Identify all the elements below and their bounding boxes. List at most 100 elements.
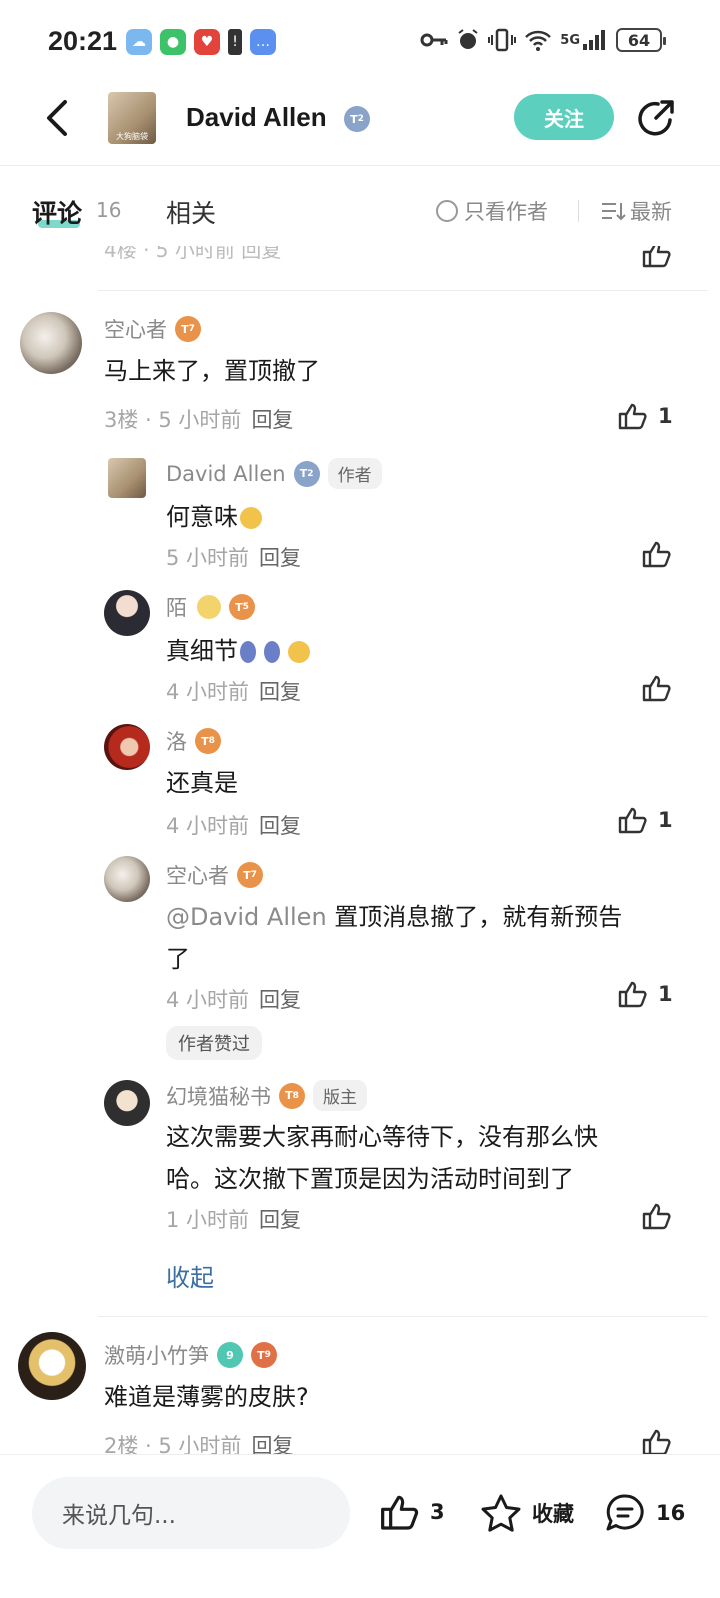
sort-icon [602,203,626,221]
reply-button[interactable]: 回复 [259,546,301,570]
key-icon [420,33,448,47]
like-button[interactable]: 1 [618,806,673,834]
status-bar: 20:21 ☁ ● ♥ ! … 5G 64 [0,0,720,80]
comment-username[interactable]: 陌 T5 [166,592,255,622]
comment-text: 难道是薄雾的皮肤? [104,1383,309,1411]
separator [98,290,708,291]
tab-comments[interactable]: 评论 [32,194,82,230]
back-button[interactable] [36,98,76,138]
radio-icon [436,200,458,222]
comments-count: 16 [96,198,122,222]
thumbs-up-icon [618,403,647,430]
tab-related[interactable]: 相关 [166,194,216,230]
level-number: 2 [357,114,364,124]
comment-text: 还真是 [166,769,238,797]
thumbs-up-icon [618,981,647,1008]
share-icon [638,100,674,136]
signal-icon [583,30,605,50]
avatar[interactable] [104,724,150,770]
network-type: 5G [560,32,580,48]
mention-link[interactable]: @David Allen [166,903,327,931]
reply-button[interactable]: 回复 [259,680,301,704]
avatar[interactable] [18,1332,86,1400]
comment-text-content: 真细节 [166,637,238,665]
favorite-label: 收藏 [532,1502,574,1526]
bottom-action-bar: 来说几句... 3 收藏 16 [0,1454,720,1598]
comment-username[interactable]: 激萌小竹笋 9 T9 [104,1340,277,1370]
comment-meta: 4 小时前 回复 [166,984,301,1014]
avatar[interactable] [104,1080,150,1126]
thumbs-up-icon [642,675,671,702]
like-button[interactable] [642,1428,672,1454]
comment-text-line: 置顶消息撤了，就有新预告 [326,903,623,931]
level-number: 9 [264,1350,271,1360]
comment-text-line: 这次需要大家再耐心等待下，没有那么快 [166,1123,598,1151]
collapse-replies-button[interactable]: 收起 [166,1258,214,1293]
username-text: 空心者 [104,318,167,342]
author-name[interactable]: David Allen [186,102,327,133]
only-author-label: 只看作者 [464,200,548,224]
partial-comment-meta: 4楼 · 5 小时前 回复 [104,246,282,262]
only-author-toggle[interactable]: 只看作者 [436,196,548,226]
like-button[interactable] [642,1202,672,1230]
reply-button[interactable]: 回复 [259,1208,301,1232]
comment-username[interactable]: 洛 T8 [166,726,221,756]
follow-button[interactable]: 关注 [514,94,614,140]
comment-time: 1 小时前 [166,1208,250,1232]
comment-username[interactable]: 幻境猫秘书 T8 版主 [166,1080,367,1111]
comment-username[interactable]: David Allen T2 作者 [166,458,382,489]
comment-time: 4 小时前 [166,988,250,1012]
emoji-icon [288,641,310,663]
like-button[interactable]: 1 [618,980,673,1008]
level-badge-icon: 9 [217,1342,243,1368]
comment-username[interactable]: 空心者 T7 [166,860,263,890]
reply-button[interactable]: 回复 [259,988,301,1012]
author-avatar[interactable]: 大狗脑袋 [108,92,156,144]
thumbs-up-icon [642,541,671,568]
sort-button[interactable]: 最新 [600,196,672,226]
comment-meta: 4 小时前 回复 [166,676,301,706]
avatar[interactable] [104,590,150,636]
reply-button[interactable]: 回复 [259,814,301,838]
comment-text: 马上来了，置顶撤了 [104,357,320,385]
like-button[interactable] [642,674,672,702]
reply-button[interactable]: 回复 [251,408,293,432]
comment-tabs: 评论 16 相关 只看作者 最新 [0,166,720,246]
thumbs-up-icon [642,1203,671,1230]
level-number: 8 [292,1090,299,1101]
wifi-icon [525,30,552,51]
comment-text-line: 哈。这次撤下置顶是因为活动时间到了 [166,1165,574,1193]
reply-button[interactable]: 回复 [251,1434,293,1454]
like-button[interactable]: 1 [618,402,673,430]
author-tag: 作者 [327,458,382,489]
level-number: 2 [307,468,314,479]
comment-text-content: 何意味 [166,503,238,531]
comment-list: 4楼 · 5 小时前 回复 空心者 T7 马上来了，置顶撤了 3楼 · 5 小时… [0,246,720,1454]
avatar[interactable] [20,312,82,374]
favorite-button[interactable]: 收藏 [480,1493,574,1533]
comment-text-line: 了 [166,945,190,973]
username-text: 陌 [166,596,187,620]
avatar[interactable] [104,856,150,902]
comment-time: 2楼 · 5 小时前 [104,1434,242,1454]
thumbs-up-icon [642,246,671,268]
username-text: 幻境猫秘书 [166,1084,271,1109]
like-button[interactable] [642,246,672,272]
chevron-left-icon [47,100,67,136]
avatar[interactable] [108,458,146,498]
comment-text: 何意味 [166,496,262,538]
level-number: 5 [242,602,249,612]
comment-input[interactable]: 来说几句... [32,1477,350,1549]
divider [578,200,579,222]
share-button[interactable] [636,98,676,138]
level-number: 9 [226,1348,234,1362]
post-like-button[interactable]: 3 [380,1493,445,1531]
level-badge-icon: T8 [195,728,221,754]
avatar-caption: 大狗脑袋 [116,132,148,141]
emoji-icon [197,595,221,619]
comment-count: 16 [656,1501,686,1525]
comment-username[interactable]: 空心者 T7 [104,314,201,344]
comment-text: 这次需要大家再耐心等待下，没有那么快 哈。这次撤下置顶是因为活动时间到了 [166,1116,686,1200]
like-button[interactable] [642,540,672,568]
comments-button[interactable]: 16 [604,1493,685,1533]
